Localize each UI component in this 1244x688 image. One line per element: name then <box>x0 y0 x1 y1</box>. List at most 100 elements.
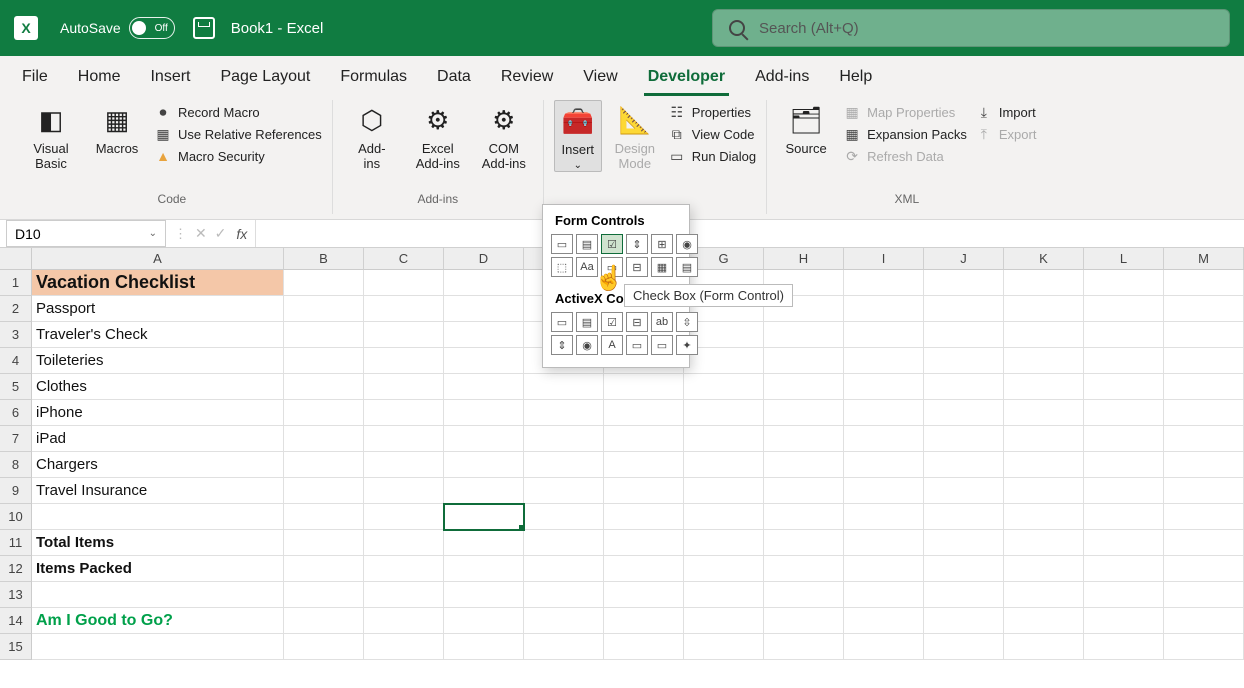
cell-K13[interactable] <box>1004 582 1084 608</box>
cell-E5[interactable] <box>524 374 604 400</box>
cell-E10[interactable] <box>524 504 604 530</box>
cell-A3[interactable]: Traveler's Check <box>32 322 284 348</box>
cell-B12[interactable] <box>284 556 364 582</box>
macros-button[interactable]: ▦ Macros <box>88 100 146 157</box>
cell-L11[interactable] <box>1084 530 1164 556</box>
cell-G10[interactable] <box>684 504 764 530</box>
cell-J5[interactable] <box>924 374 1004 400</box>
cell-I13[interactable] <box>844 582 924 608</box>
activex-control-1[interactable]: ▤ <box>576 312 598 332</box>
cell-E12[interactable] <box>524 556 604 582</box>
cell-I15[interactable] <box>844 634 924 660</box>
form-control-3[interactable]: ⇕ <box>626 234 648 254</box>
cell-A2[interactable]: Passport <box>32 296 284 322</box>
cell-I7[interactable] <box>844 426 924 452</box>
cell-L14[interactable] <box>1084 608 1164 634</box>
cell-C8[interactable] <box>364 452 444 478</box>
cell-F11[interactable] <box>604 530 684 556</box>
cell-I6[interactable] <box>844 400 924 426</box>
cell-I2[interactable] <box>844 296 924 322</box>
tab-view[interactable]: View <box>579 62 621 96</box>
cell-K15[interactable] <box>1004 634 1084 660</box>
cell-D15[interactable] <box>444 634 524 660</box>
cell-M4[interactable] <box>1164 348 1244 374</box>
cell-M9[interactable] <box>1164 478 1244 504</box>
cell-I5[interactable] <box>844 374 924 400</box>
form-control-11[interactable]: ▤ <box>676 257 698 277</box>
row-header-2[interactable]: 2 <box>0 296 32 322</box>
cell-B5[interactable] <box>284 374 364 400</box>
form-control-5[interactable]: ◉ <box>676 234 698 254</box>
cell-D8[interactable] <box>444 452 524 478</box>
cell-B10[interactable] <box>284 504 364 530</box>
cell-J7[interactable] <box>924 426 1004 452</box>
cell-C5[interactable] <box>364 374 444 400</box>
tab-file[interactable]: File <box>18 62 52 96</box>
cell-K6[interactable] <box>1004 400 1084 426</box>
cell-A8[interactable]: Chargers <box>32 452 284 478</box>
cell-G7[interactable] <box>684 426 764 452</box>
activex-control-3[interactable]: ⊟ <box>626 312 648 332</box>
cell-D11[interactable] <box>444 530 524 556</box>
cell-I9[interactable] <box>844 478 924 504</box>
tab-formulas[interactable]: Formulas <box>336 62 411 96</box>
cell-K8[interactable] <box>1004 452 1084 478</box>
cell-F12[interactable] <box>604 556 684 582</box>
cell-H6[interactable] <box>764 400 844 426</box>
cell-H10[interactable] <box>764 504 844 530</box>
cell-C10[interactable] <box>364 504 444 530</box>
row-header-11[interactable]: 11 <box>0 530 32 556</box>
cell-G6[interactable] <box>684 400 764 426</box>
cell-M5[interactable] <box>1164 374 1244 400</box>
cell-D5[interactable] <box>444 374 524 400</box>
cell-L3[interactable] <box>1084 322 1164 348</box>
activex-control-5[interactable]: ⇳ <box>676 312 698 332</box>
tab-data[interactable]: Data <box>433 62 475 96</box>
cell-D4[interactable] <box>444 348 524 374</box>
cell-M14[interactable] <box>1164 608 1244 634</box>
tab-page-layout[interactable]: Page Layout <box>216 62 314 96</box>
activex-control-4[interactable]: ab <box>651 312 673 332</box>
cell-J8[interactable] <box>924 452 1004 478</box>
cell-D9[interactable] <box>444 478 524 504</box>
activex-control-11[interactable]: ✦ <box>676 335 698 355</box>
cell-J14[interactable] <box>924 608 1004 634</box>
cell-J9[interactable] <box>924 478 1004 504</box>
cell-L15[interactable] <box>1084 634 1164 660</box>
map-properties-button[interactable]: ▦Map Properties <box>843 104 967 120</box>
column-header-B[interactable]: B <box>284 248 364 270</box>
cell-E14[interactable] <box>524 608 604 634</box>
cell-C4[interactable] <box>364 348 444 374</box>
row-header-15[interactable]: 15 <box>0 634 32 660</box>
tab-review[interactable]: Review <box>497 62 557 96</box>
cell-F9[interactable] <box>604 478 684 504</box>
visual-basic-button[interactable]: ◧ Visual Basic <box>22 100 80 172</box>
cell-K4[interactable] <box>1004 348 1084 374</box>
tab-home[interactable]: Home <box>74 62 125 96</box>
cell-D13[interactable] <box>444 582 524 608</box>
view-code-button[interactable]: ⧉View Code <box>668 126 756 142</box>
formula-input[interactable] <box>255 220 1244 247</box>
addins-button[interactable]: ⬡Add- ins <box>343 100 401 172</box>
cell-M7[interactable] <box>1164 426 1244 452</box>
column-header-A[interactable]: A <box>32 248 284 270</box>
cell-K7[interactable] <box>1004 426 1084 452</box>
cell-B3[interactable] <box>284 322 364 348</box>
cell-K11[interactable] <box>1004 530 1084 556</box>
form-control-8[interactable]: ▭ <box>601 257 623 277</box>
cell-H13[interactable] <box>764 582 844 608</box>
cell-L1[interactable] <box>1084 270 1164 296</box>
cell-H14[interactable] <box>764 608 844 634</box>
save-icon[interactable] <box>193 17 215 39</box>
activex-control-2[interactable]: ☑ <box>601 312 623 332</box>
cell-C14[interactable] <box>364 608 444 634</box>
cell-C13[interactable] <box>364 582 444 608</box>
cell-J1[interactable] <box>924 270 1004 296</box>
cell-L10[interactable] <box>1084 504 1164 530</box>
activex-control-7[interactable]: ◉ <box>576 335 598 355</box>
cell-C12[interactable] <box>364 556 444 582</box>
cell-M1[interactable] <box>1164 270 1244 296</box>
cell-I1[interactable] <box>844 270 924 296</box>
column-header-I[interactable]: I <box>844 248 924 270</box>
cell-H9[interactable] <box>764 478 844 504</box>
